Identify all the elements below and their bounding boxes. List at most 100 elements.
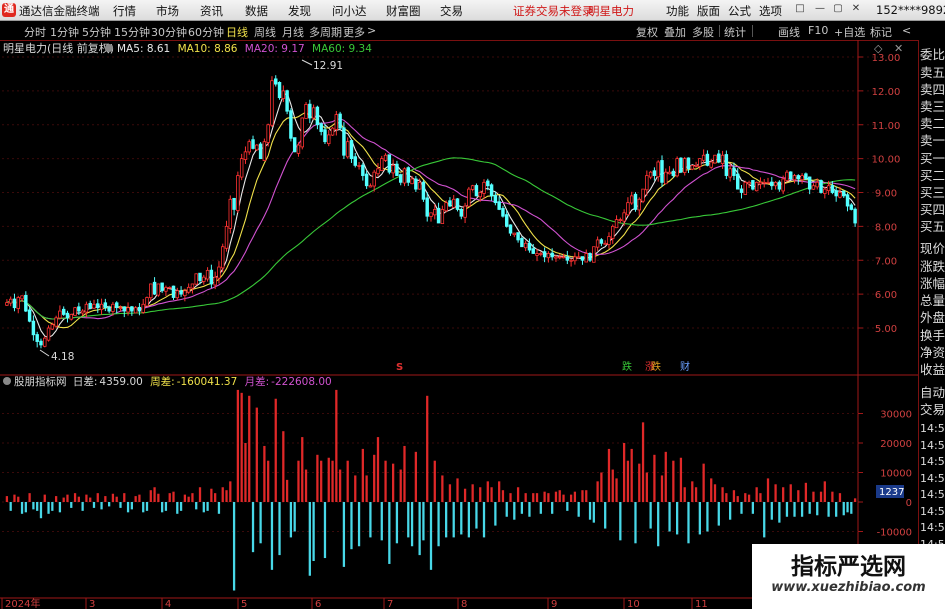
collapse-arrow-icon[interactable]: < [902,24,911,37]
menu-gongneng[interactable]: 功能 [666,3,689,19]
tab-30min[interactable]: 30分钟 [151,24,187,40]
indicator-settings-icon[interactable] [3,377,11,385]
side-auto[interactable]: 自动 [920,384,945,402]
candle-body [137,306,142,312]
candle-body [728,168,732,178]
side-sell3[interactable]: 卖三 [920,98,945,116]
indicator-bar [653,454,656,502]
side-earnings[interactable]: 收益 [920,361,945,379]
indicator-bar [622,443,626,502]
candle-body [470,185,475,190]
candle-body [845,194,850,207]
indicator-bar [191,493,194,502]
event-marker[interactable]: S [396,362,403,373]
event-marker[interactable]: 跌 [622,360,632,373]
tool-diejia[interactable]: 叠加 [664,24,686,40]
tick-time: 14:56 [920,472,945,485]
tool-add-watchlist[interactable]: +自选 [834,24,865,40]
indicator-bar [808,502,811,514]
side-turnover[interactable]: 换手 [920,327,945,345]
candle-body [376,168,380,175]
menu-caifuquan[interactable]: 财富圈 [386,3,421,19]
max-price-label: 12.91 [313,60,343,72]
candle-body [747,181,751,185]
candle-body [641,188,645,202]
menu-banmian[interactable]: 版面 [697,3,720,19]
indicator-bar [54,496,58,502]
side-buy4[interactable]: 买四 [920,201,945,219]
menu-hangqing[interactable]: 行情 [113,3,136,19]
menu-faxian[interactable]: 发现 [288,3,311,19]
tool-biaoji[interactable]: 标记 [870,24,892,40]
indicator-bar [687,502,690,544]
tab-60min[interactable]: 60分钟 [188,24,224,40]
tab-1min[interactable]: 1分钟 [50,24,79,40]
side-net-asset[interactable]: 净资 [920,344,945,362]
candle-body [633,193,638,210]
close-icon[interactable]: ✕ [850,3,862,15]
menu-wenxiaoda[interactable]: 问小达 [332,3,367,19]
indicator-bar [445,502,448,538]
side-sell2[interactable]: 卖二 [920,115,945,133]
tab-15min[interactable]: 15分钟 [114,24,150,40]
side-price[interactable]: 现价 [920,240,945,258]
tool-tongji[interactable]: 统计 [724,24,746,40]
chevron-right-icon[interactable]: > [367,24,376,37]
menu-zixun[interactable]: 资讯 [200,3,223,19]
indicator-bar [812,491,815,502]
event-marker[interactable]: 跌 [651,360,661,373]
chart-area[interactable]: 5.006.007.008.009.0010.0011.0012.0013.00… [0,40,918,609]
tab-fenshi[interactable]: 分时 [24,24,46,40]
settings-dot-icon[interactable] [105,44,113,52]
side-sell1[interactable]: 卖一 [920,132,945,150]
tab-5min[interactable]: 5分钟 [82,24,111,40]
indicator-bar [827,502,830,517]
side-buy5[interactable]: 买五 [920,218,945,236]
menu-xuanxiang[interactable]: 选项 [759,3,782,19]
indicator-bar [467,502,471,538]
side-sell4[interactable]: 卖四 [920,81,945,99]
indicator-bar [274,398,277,502]
side-outer-vol[interactable]: 外盘 [920,309,945,327]
expand-icon[interactable]: ◇ [874,42,883,55]
tab-monthly[interactable]: 月线 [282,24,304,40]
side-buy1[interactable]: 买一 [920,150,945,168]
user-account[interactable]: 152****9892 [876,3,945,17]
tab-weekly[interactable]: 周线 [254,24,276,40]
side-trade[interactable]: 交易 [920,401,945,419]
candle-body [349,140,354,160]
tab-multi-period[interactable]: 多周期 [309,24,342,40]
menu-gongshi[interactable]: 公式 [728,3,751,19]
menu-jiaoyi[interactable]: 交易 [440,3,463,19]
candle-body [535,253,539,256]
tab-daily[interactable]: 日线 [226,24,248,40]
indicator-bar [418,502,421,556]
indicator-bar [225,490,228,502]
indicator-bar [270,502,274,570]
indicator-bar [664,451,667,502]
event-marker[interactable]: 财 [680,360,690,373]
tool-f10[interactable]: F10 [808,24,828,37]
tool-duogu[interactable]: 多股 [692,24,714,40]
side-sell5[interactable]: 卖五 [920,64,945,82]
side-buy2[interactable]: 买二 [920,167,945,185]
indicator-bar [846,502,849,513]
menu-shichang[interactable]: 市场 [156,3,179,19]
trade-login-notice[interactable]: 证券交易未登录 [513,3,594,19]
minimize-icon[interactable]: — [814,3,826,15]
tab-more[interactable]: 更多 [343,24,365,40]
lock-icon[interactable]: □ [794,3,806,15]
side-change-pct[interactable]: 涨幅 [920,275,945,293]
side-volume[interactable]: 总量 [920,292,945,310]
menu-shuju[interactable]: 数据 [245,3,268,19]
indicator-bar [320,460,323,502]
panel-close-icon[interactable]: ✕ [894,42,903,55]
indicator-bar [433,460,436,502]
side-buy3[interactable]: 买三 [920,184,945,202]
tool-fuquan[interactable]: 复权 [636,24,658,40]
side-weibi[interactable]: 委比 [920,46,945,64]
maximize-icon[interactable]: ▢ [832,3,844,15]
side-change[interactable]: 涨跌 [920,258,945,276]
tool-huaxian[interactable]: 画线 [778,24,800,40]
candle-body [383,154,388,161]
